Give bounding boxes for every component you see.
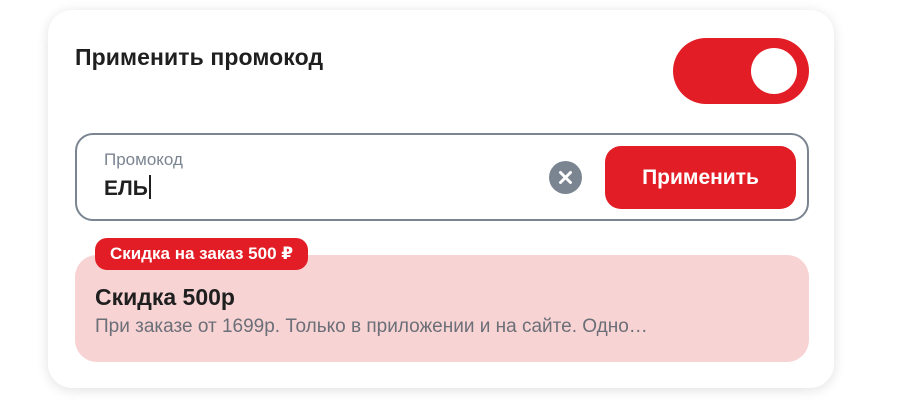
promo-card: Применить промокод Промокод ЕЛЬ Применит… bbox=[48, 10, 834, 388]
promo-code-value: ЕЛЬ bbox=[104, 177, 148, 200]
discount-badge: Скидка на заказ 500 ₽ bbox=[95, 238, 309, 270]
discount-title: Скидка 500р bbox=[95, 284, 235, 310]
promo-code-label: Промокод bbox=[104, 150, 183, 169]
promo-code-input[interactable]: ЕЛЬ bbox=[104, 175, 151, 201]
promo-code-field[interactable]: Промокод ЕЛЬ Применить bbox=[75, 133, 809, 221]
clear-input-button[interactable] bbox=[549, 161, 582, 194]
promo-toggle[interactable] bbox=[673, 38, 809, 104]
apply-promo-button[interactable]: Применить bbox=[605, 146, 796, 209]
promo-title: Применить промокод bbox=[75, 44, 324, 70]
toggle-knob bbox=[751, 48, 797, 94]
discount-description: При заказе от 1699р. Только в приложении… bbox=[95, 316, 648, 337]
text-caret bbox=[148, 175, 151, 199]
discount-offer-card[interactable]: Скидка 500р При заказе от 1699р. Только … bbox=[75, 255, 809, 362]
close-icon bbox=[559, 171, 572, 184]
